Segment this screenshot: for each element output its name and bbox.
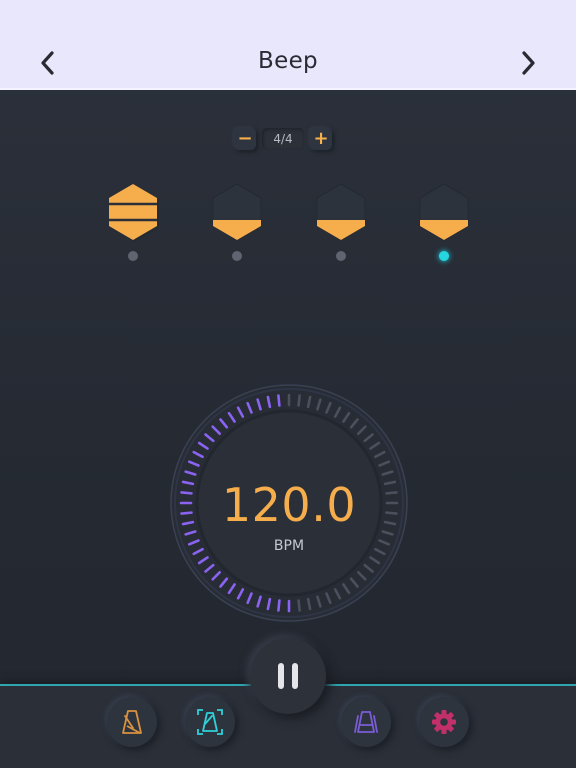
beat-3[interactable] (312, 180, 370, 270)
header-bar: Beep (0, 0, 576, 90)
beat-row (0, 180, 576, 270)
tap-metronome-icon (197, 709, 223, 735)
hexagon-accent-icon (109, 184, 159, 242)
time-signature-stepper: − 4/4 + (234, 126, 332, 152)
hexagon-normal-icon (212, 183, 262, 241)
metronome-icon (122, 710, 142, 734)
sound-title: Beep (258, 48, 318, 74)
decrease-meter-button[interactable]: − (234, 128, 256, 150)
next-sound-button[interactable] (515, 48, 541, 78)
time-signature-value[interactable]: 4/4 (262, 128, 304, 150)
beat-indicator-dot-active (439, 251, 449, 261)
chevron-right-icon (522, 51, 535, 75)
beat-indicator-dot (336, 251, 346, 261)
tempo-dial[interactable]: 120.0 BPM (168, 382, 410, 624)
gear-icon (432, 710, 456, 734)
pause-button[interactable] (250, 638, 326, 714)
tab-settings[interactable] (419, 697, 469, 747)
beat-4[interactable] (415, 180, 473, 270)
tab-multi-metronome[interactable] (341, 697, 391, 747)
hexagon-normal-icon (316, 183, 366, 241)
tempo-tick-active (277, 599, 281, 612)
tempo-tick (297, 394, 301, 407)
beat-2[interactable] (208, 180, 266, 270)
beat-1[interactable] (104, 180, 162, 270)
hexagon-normal-icon (419, 183, 469, 241)
bpm-unit-label: BPM (273, 538, 305, 554)
bpm-value: 120.0 (221, 478, 357, 532)
beat-indicator-dot (232, 251, 242, 261)
beat-indicator-dot (128, 251, 138, 261)
tempo-tick-active (277, 394, 281, 407)
tab-tap-tempo[interactable] (185, 697, 235, 747)
tab-metronome[interactable] (107, 697, 157, 747)
increase-meter-button[interactable]: + (310, 128, 332, 150)
multi-metronome-icon (354, 711, 378, 733)
tempo-tick (297, 599, 301, 612)
pause-icon (278, 663, 298, 689)
